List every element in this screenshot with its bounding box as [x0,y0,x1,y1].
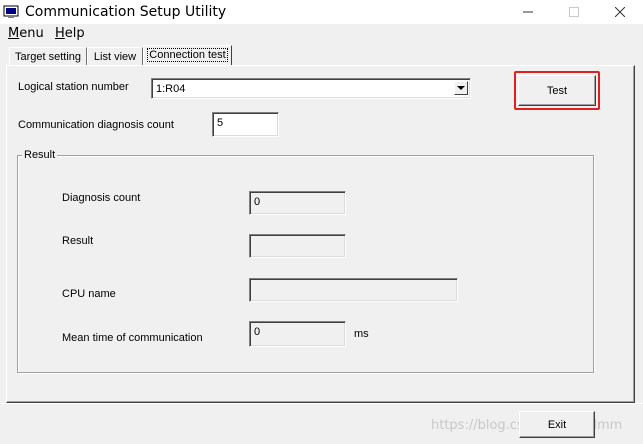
menu-help[interactable]: Help [55,26,85,41]
diag-count-input[interactable]: 5 [212,112,279,137]
menu-menu-mnemonic: M [8,26,20,41]
result-label: Result [62,235,94,247]
tab-target-setting-label: Target setting [14,51,82,63]
divider [0,403,643,404]
menu-help-label: elp [64,26,85,41]
logical-station-select[interactable]: 1:R04 [151,78,471,99]
test-button[interactable]: Test [518,75,596,106]
close-icon [615,7,625,17]
maximize-icon [569,7,579,17]
result-field [249,234,346,258]
mean-time-unit: ms [354,328,369,340]
exit-button-label: Exit [547,418,567,431]
menu-menu[interactable]: Menu [8,26,44,41]
window-title: Communication Setup Utility [25,4,227,20]
tab-connection-test-label: Connection test [147,48,228,62]
tab-list-view-label: List view [93,51,137,63]
mean-time-label: Mean time of communication [62,332,203,344]
chevron-down-icon [457,85,465,90]
exit-button[interactable]: Exit [519,411,595,438]
menu-help-mnemonic: H [55,26,65,41]
minimize-button[interactable] [505,0,551,24]
close-button[interactable] [597,0,643,24]
logical-station-label: Logical station number [18,81,129,93]
diagnosis-count-value: 0 [254,196,261,208]
title-bar: Communication Setup Utility [0,0,643,24]
mean-time-value: 0 [254,326,261,338]
logical-station-value: 1:R04 [156,83,186,95]
tab-target-setting[interactable]: Target setting [9,47,87,65]
tab-list-view[interactable]: List view [87,47,143,65]
tab-connection-test[interactable]: Connection test [143,45,232,65]
diag-count-label: Communication diagnosis count [18,119,174,131]
result-group-title: Result [22,149,58,161]
maximize-button[interactable] [551,0,597,24]
diag-count-value: 5 [217,117,224,129]
diagnosis-count-field: 0 [249,191,346,215]
diagnosis-count-label: Diagnosis count [62,192,141,204]
app-icon[interactable] [3,4,19,20]
dropdown-arrow[interactable] [454,81,468,95]
mean-time-field: 0 [249,321,346,347]
cpu-name-label: CPU name [62,288,116,300]
menu-menu-label: enu [19,26,44,41]
cpu-name-field [249,278,458,302]
minimize-icon [523,11,533,13]
test-button-label: Test [546,84,568,97]
menu-bar: Menu Help [0,24,643,44]
